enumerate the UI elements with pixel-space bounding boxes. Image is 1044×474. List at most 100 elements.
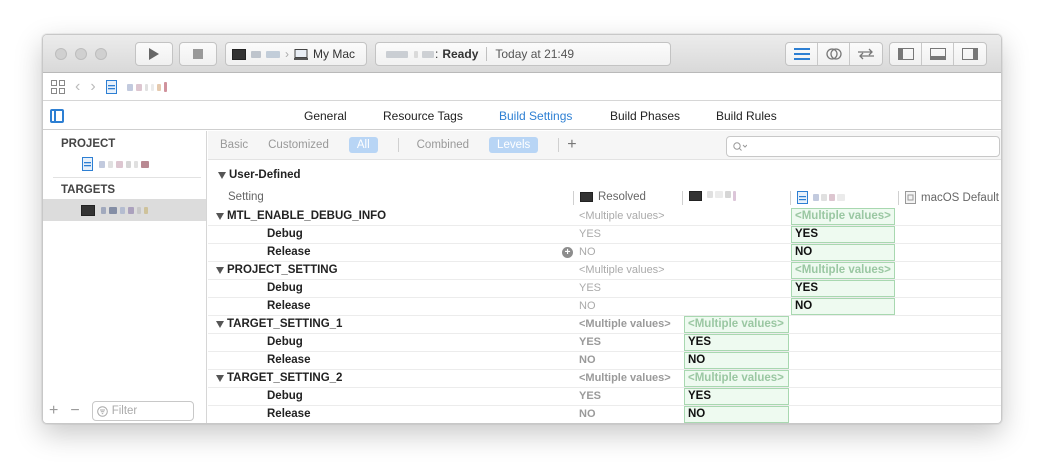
setting-row[interactable]: PROJECT_SETTING <Multiple values> <Multi… (208, 262, 1001, 280)
target-name-redacted (707, 191, 736, 201)
column-project (797, 191, 845, 204)
target-level-value[interactable]: NO (684, 352, 789, 369)
stop-button[interactable] (179, 42, 217, 66)
setting-row[interactable]: Release NO NO (208, 298, 1001, 316)
target-level-value[interactable]: <Multiple values> (684, 370, 789, 387)
right-panel-icon (962, 48, 978, 60)
project-level-value[interactable]: YES (791, 280, 895, 297)
setting-row[interactable]: TARGET_SETTING_1 <Multiple values> <Mult… (208, 316, 1001, 334)
setting-row[interactable]: TARGET_SETTING_2 <Multiple values> <Mult… (208, 370, 1001, 388)
run-button[interactable] (135, 42, 173, 66)
destination-label: My Mac (313, 47, 355, 61)
remove-icon[interactable]: − (70, 402, 79, 420)
jump-bar: ‹ › (43, 74, 1001, 101)
setting-row[interactable]: Debug YES YES (208, 388, 1001, 406)
version-editor-button[interactable] (850, 43, 882, 65)
filter-basic[interactable]: Basic (220, 137, 248, 153)
standard-editor-button[interactable] (786, 43, 818, 65)
mac-icon (294, 48, 308, 60)
tab-general[interactable]: General (304, 109, 347, 123)
settings-filter-bar: Basic Customized All Combined Levels + (208, 131, 1001, 160)
left-panel-icon (897, 48, 914, 60)
grid-icon[interactable] (51, 80, 65, 94)
project-target-list: PROJECT TARGETS + − Filter (43, 131, 207, 423)
tab-build-rules[interactable]: Build Rules (716, 109, 777, 123)
column-target (689, 191, 736, 201)
project-level-value[interactable]: <Multiple values> (791, 262, 895, 279)
scheme-name-redacted (251, 50, 261, 58)
add-condition-icon[interactable]: + (562, 247, 573, 258)
minimize-window-button[interactable] (75, 48, 87, 60)
terminal-icon (81, 204, 95, 216)
project-file-icon[interactable] (105, 80, 117, 94)
targets-header: TARGETS (61, 184, 116, 196)
setting-row[interactable]: MTL_ENABLE_DEBUG_INFO <Multiple values> … (208, 208, 1001, 226)
project-name-redacted (813, 194, 845, 201)
toggle-debug-area-button[interactable] (922, 43, 954, 65)
sdk-doc-icon (905, 191, 916, 204)
activity-status: : Ready Today at 21:49 (375, 42, 671, 66)
play-icon (149, 48, 159, 60)
target-level-value[interactable]: YES (684, 388, 789, 405)
lines-icon (793, 48, 810, 60)
terminal-icon (580, 192, 593, 202)
project-level-value[interactable]: NO (791, 298, 895, 315)
settings-search-input[interactable] (726, 136, 1000, 157)
filter-placeholder: Filter (111, 405, 138, 417)
setting-row[interactable]: Release NO NO (208, 352, 1001, 370)
setting-row[interactable]: Debug YES YES (208, 226, 1001, 244)
status-time: Today at 21:49 (495, 47, 575, 61)
target-level-value[interactable]: <Multiple values> (684, 316, 789, 333)
close-window-button[interactable] (55, 48, 67, 60)
column-resolved: Resolved (580, 191, 646, 203)
arrows-icon (858, 48, 874, 60)
target-level-value[interactable]: YES (684, 334, 789, 351)
section-user-defined[interactable]: User-Defined (218, 169, 301, 181)
zoom-window-button[interactable] (95, 48, 107, 60)
add-icon[interactable]: + (49, 402, 58, 420)
tab-resource-tags[interactable]: Resource Tags (383, 109, 463, 123)
setting-row[interactable]: Debug YES YES (208, 280, 1001, 298)
toggle-navigator-button[interactable] (890, 43, 922, 65)
back-icon[interactable]: ‹ (75, 78, 80, 96)
target-level-value[interactable]: NO (684, 406, 789, 423)
project-file-icon (797, 191, 808, 204)
project-name-redacted (99, 160, 149, 168)
toolbar: › My Mac : Ready Today at 21:49 (43, 35, 1001, 73)
assistant-editor-button[interactable] (818, 43, 850, 65)
bottom-panel-icon (929, 48, 946, 60)
filter-all[interactable]: All (348, 137, 378, 153)
status-text: Ready (442, 47, 479, 61)
view-combined[interactable]: Combined (417, 137, 469, 153)
add-setting-icon[interactable]: + (567, 136, 576, 154)
target-item[interactable] (43, 199, 206, 221)
toggle-utilities-button[interactable] (954, 43, 986, 65)
tab-build-phases[interactable]: Build Phases (610, 109, 680, 123)
setting-row[interactable]: Release NO NO (208, 406, 1001, 423)
project-level-value[interactable]: <Multiple values> (791, 208, 895, 225)
stop-icon (193, 49, 203, 59)
scheme-selector[interactable]: › My Mac (225, 42, 367, 66)
sidebar-footer: + − Filter (43, 397, 206, 423)
project-name-redacted (422, 50, 434, 58)
forward-icon[interactable]: › (90, 78, 95, 96)
disclosure-triangle-icon (218, 171, 226, 179)
project-name-redacted (414, 50, 418, 58)
terminal-icon (689, 191, 702, 201)
scheme-name-redacted (266, 50, 280, 58)
setting-row[interactable]: Debug YES YES (208, 334, 1001, 352)
view-levels[interactable]: Levels (489, 137, 539, 153)
project-level-value[interactable]: YES (791, 226, 895, 243)
setting-row[interactable]: Release + NO NO (208, 244, 1001, 262)
project-level-value[interactable]: NO (791, 244, 895, 261)
filter-input[interactable]: Filter (91, 401, 194, 421)
filter-customized[interactable]: Customized (268, 137, 329, 153)
terminal-icon (232, 48, 246, 60)
project-header: PROJECT (61, 138, 116, 150)
project-name-redacted (386, 50, 408, 58)
xcode-window: › My Mac : Ready Today at 21:49 ‹ › Gene… (42, 34, 1002, 424)
project-file-icon (82, 157, 93, 171)
project-item[interactable] (43, 153, 206, 175)
tab-build-settings[interactable]: Build Settings (499, 109, 572, 123)
sidebar-toggle-icon[interactable] (50, 109, 64, 123)
